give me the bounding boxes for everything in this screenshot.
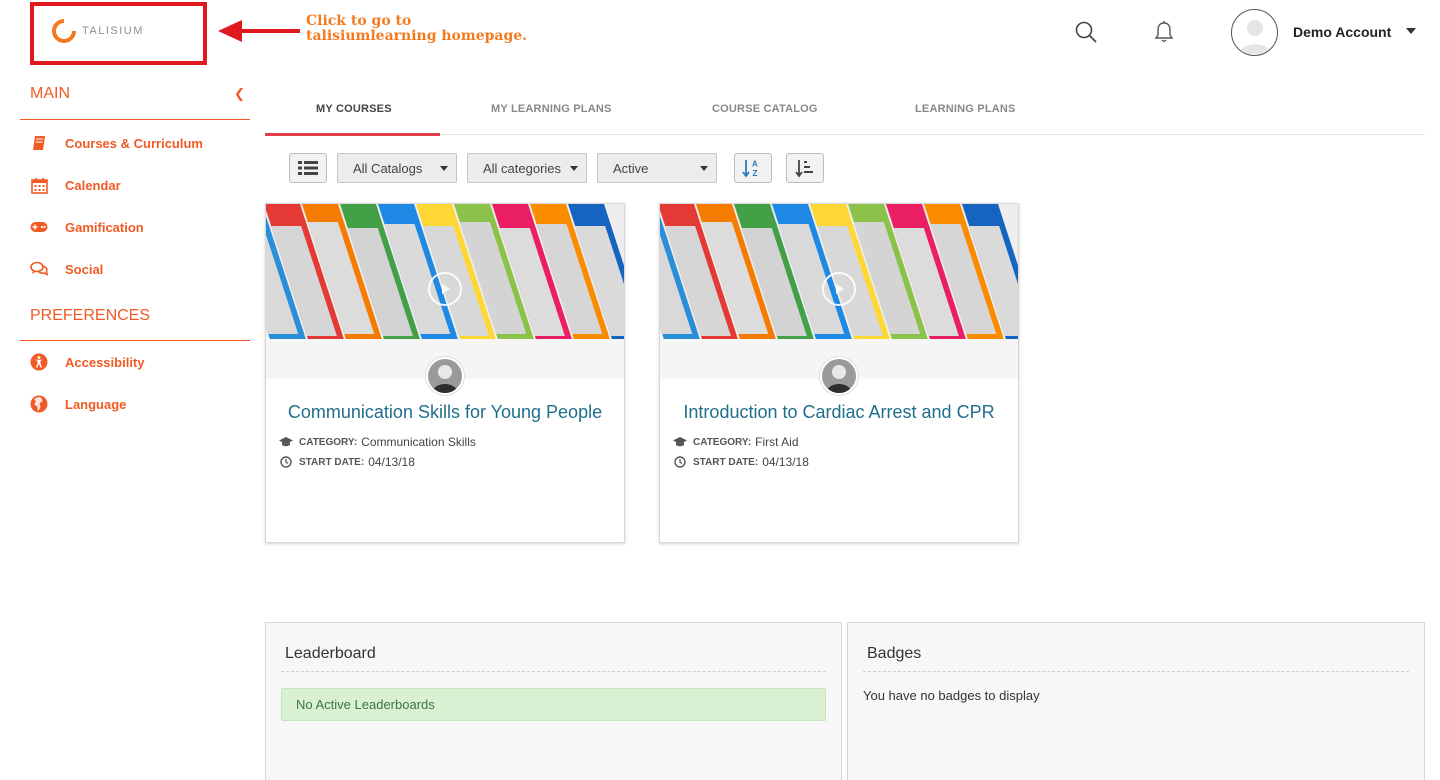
- user-avatar[interactable]: [1231, 9, 1278, 56]
- caret-down-icon[interactable]: [1406, 28, 1416, 34]
- panel-divider: [863, 671, 1409, 672]
- category-label: CATEGORY:: [693, 436, 752, 448]
- play-icon: [822, 272, 856, 306]
- tab-my-learning-plans[interactable]: MY LEARNING PLANS: [491, 103, 612, 115]
- status-select-value: Active: [613, 160, 649, 176]
- sort-alpha-icon: A Z: [742, 160, 758, 178]
- sidebar-item-label: Calendar: [65, 177, 121, 193]
- caret-down-icon: [700, 166, 708, 171]
- gamepad-icon: [30, 218, 48, 236]
- logo-text: TALISIUM: [82, 25, 144, 37]
- sidebar-item-accessibility[interactable]: Accessibility: [30, 353, 145, 371]
- badges-empty-text: You have no badges to display: [863, 688, 1040, 703]
- sidebar-item-calendar[interactable]: Calendar: [30, 176, 121, 194]
- sidebar-item-label: Courses & Curriculum: [65, 135, 203, 151]
- bell-icon[interactable]: [1153, 20, 1175, 44]
- course-card[interactable]: Introduction to Cardiac Arrest and CPR C…: [659, 203, 1019, 543]
- leaderboard-title: Leaderboard: [285, 645, 376, 662]
- badges-title: Badges: [867, 645, 922, 662]
- accessibility-icon: [30, 353, 48, 371]
- instructor-avatar: [426, 357, 464, 395]
- course-start-date: START DATE: 04/13/18: [279, 455, 415, 469]
- start-date-label: START DATE:: [693, 456, 759, 468]
- book-icon: [30, 134, 48, 152]
- course-tabs: MY COURSES MY LEARNING PLANS COURSE CATA…: [265, 96, 1425, 135]
- svg-text:A: A: [752, 160, 758, 169]
- tab-my-courses[interactable]: MY COURSES: [316, 103, 392, 115]
- tab-course-catalog[interactable]: COURSE CATALOG: [712, 103, 818, 115]
- sidebar-item-courses[interactable]: Courses & Curriculum: [30, 134, 203, 152]
- globe-icon: [30, 395, 48, 413]
- sidebar-heading-preferences: PREFERENCES: [30, 307, 151, 324]
- play-icon: [428, 272, 462, 306]
- search-icon[interactable]: [1074, 20, 1098, 44]
- sidebar-item-label: Accessibility: [65, 354, 145, 370]
- talisium-logo[interactable]: TALISIUM: [50, 17, 144, 45]
- course-thumbnail: [660, 204, 1018, 379]
- caret-down-icon: [570, 166, 578, 171]
- sort-order-button[interactable]: [786, 153, 824, 183]
- sidebar-divider: [20, 119, 250, 120]
- active-tab-indicator: [265, 133, 440, 136]
- tab-learning-plans[interactable]: LEARNING PLANS: [915, 103, 1016, 115]
- leaderboard-panel: Leaderboard No Active Leaderboards: [265, 622, 842, 780]
- course-thumbnail: [266, 204, 624, 379]
- list-view-button[interactable]: [289, 153, 327, 183]
- calendar-icon: [30, 176, 48, 194]
- status-select[interactable]: Active: [597, 153, 717, 183]
- course-category: CATEGORY: First Aid: [673, 435, 799, 449]
- clock-icon: [279, 456, 293, 468]
- svg-text:Z: Z: [753, 169, 758, 178]
- sidebar-item-social[interactable]: Social: [30, 260, 103, 278]
- list-view-icon: [298, 161, 318, 175]
- category-select-value: All categories: [483, 160, 562, 176]
- sidebar-item-language[interactable]: Language: [30, 395, 126, 413]
- user-silhouette-icon: [1239, 20, 1271, 54]
- panel-divider: [281, 671, 826, 672]
- sort-amount-icon: [795, 160, 813, 178]
- catalog-select[interactable]: All Catalogs: [337, 153, 457, 183]
- chevron-left-icon[interactable]: ❮: [234, 86, 245, 102]
- course-title[interactable]: Communication Skills for Young People: [266, 402, 624, 423]
- sidebar-item-label: Gamification: [65, 219, 144, 235]
- sort-alpha-button[interactable]: A Z: [734, 153, 772, 183]
- category-label: CATEGORY:: [299, 436, 358, 448]
- catalog-select-value: All Catalogs: [353, 160, 423, 176]
- sidebar-item-label: Social: [65, 261, 104, 277]
- instructor-avatar: [820, 357, 858, 395]
- leaderboard-empty-alert: No Active Leaderboards: [281, 688, 826, 721]
- badges-panel: Badges You have no badges to display: [847, 622, 1425, 780]
- sidebar-divider: [20, 340, 250, 341]
- annotation-text: Click to go to talisiumlearning homepage…: [306, 13, 528, 44]
- course-start-date: START DATE: 04/13/18: [673, 455, 809, 469]
- user-name[interactable]: Demo Account: [1293, 24, 1391, 40]
- category-value: First Aid: [755, 435, 799, 449]
- start-date-value: 04/13/18: [368, 455, 415, 469]
- caret-down-icon: [440, 166, 448, 171]
- talisium-logo-mark-icon: [52, 18, 77, 43]
- start-date-value: 04/13/18: [762, 455, 809, 469]
- start-date-label: START DATE:: [299, 456, 365, 468]
- annotation-arrow-icon: [218, 20, 300, 42]
- category-value: Communication Skills: [361, 435, 476, 449]
- graduation-cap-icon: [673, 436, 687, 448]
- course-title[interactable]: Introduction to Cardiac Arrest and CPR: [660, 402, 1018, 423]
- sidebar-heading-main: MAIN: [30, 85, 70, 102]
- chat-icon: [30, 260, 48, 278]
- sidebar-item-gamification[interactable]: Gamification: [30, 218, 144, 236]
- course-category: CATEGORY: Communication Skills: [279, 435, 476, 449]
- category-select[interactable]: All categories: [467, 153, 587, 183]
- graduation-cap-icon: [279, 436, 293, 448]
- clock-icon: [673, 456, 687, 468]
- sidebar-item-label: Language: [65, 396, 127, 412]
- course-card[interactable]: Communication Skills for Young People CA…: [265, 203, 625, 543]
